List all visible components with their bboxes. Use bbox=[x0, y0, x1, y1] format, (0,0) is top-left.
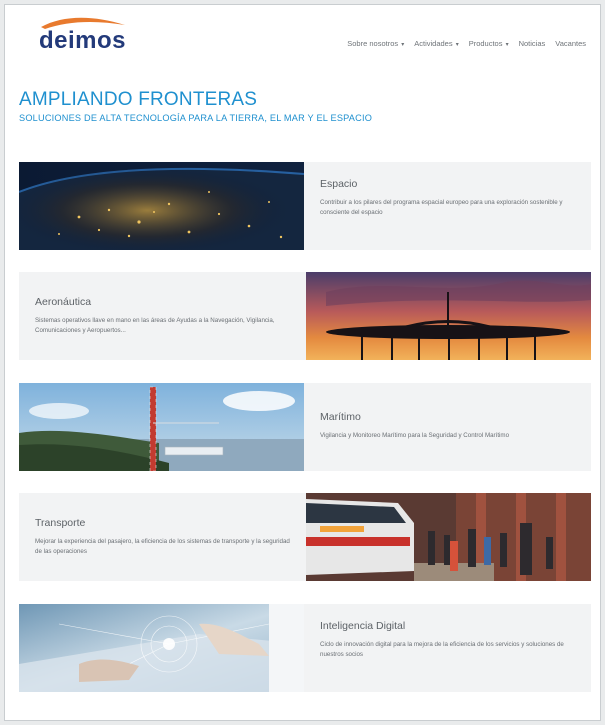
hero-subtitle: SOLUCIONES DE ALTA TECNOLOGÍA PARA LA TI… bbox=[19, 113, 373, 123]
hero-title: AMPLIANDO FRONTERAS bbox=[19, 89, 258, 110]
nav-item-noticias[interactable]: Noticias bbox=[519, 39, 546, 48]
nav-item-productos[interactable]: Productos ▾ bbox=[469, 39, 509, 48]
card-title: Espacio bbox=[320, 178, 358, 190]
chevron-down-icon: ▾ bbox=[505, 42, 509, 48]
card-text: Marítimo Vigilancia y Monitoreo Marítimo… bbox=[304, 383, 591, 471]
card-description: Vigilancia y Monitoreo Marítimo para la … bbox=[320, 432, 510, 439]
card-text: Espacio Contribuir a los pilares del pro… bbox=[304, 162, 591, 250]
card-title: Inteligencia Digital bbox=[320, 620, 406, 632]
card-transporte[interactable]: Transporte Mejorar la experiencia del pa… bbox=[19, 493, 591, 581]
nav-label: Productos bbox=[468, 39, 503, 48]
card-title: Transporte bbox=[35, 517, 86, 529]
deimos-logo[interactable]: deimos bbox=[33, 13, 133, 57]
train-platform-image bbox=[306, 493, 591, 581]
nav-item-vacantes[interactable]: Vacantes bbox=[555, 39, 586, 48]
digital-hands-image bbox=[19, 604, 304, 692]
nav-item-sobre-nosotros[interactable]: Sobre nosotros ▾ bbox=[347, 39, 404, 48]
card-aeronautica[interactable]: Aeronáutica Sistemas operativos llave en… bbox=[19, 272, 591, 360]
page-frame: deimos Sobre nosotros ▾ Actividades ▾ Pr… bbox=[4, 4, 601, 721]
main-nav: Sobre nosotros ▾ Actividades ▾ Productos… bbox=[347, 39, 586, 48]
card-description: Ciclo de innovación digital para la mejo… bbox=[320, 641, 564, 658]
coastal-tower-image bbox=[19, 383, 304, 471]
earth-night-image bbox=[19, 162, 304, 250]
card-text: Transporte Mejorar la experiencia del pa… bbox=[19, 493, 306, 581]
card-description: Sistemas operativos llave en mano en las… bbox=[35, 317, 275, 334]
nav-label: Vacantes bbox=[555, 39, 586, 48]
card-inteligencia-digital[interactable]: Inteligencia Digital Ciclo de innovación… bbox=[19, 604, 591, 692]
card-description: Mejorar la experiencia del pasajero, la … bbox=[35, 538, 290, 555]
card-title: Marítimo bbox=[320, 411, 361, 423]
card-text: Inteligencia Digital Ciclo de innovación… bbox=[304, 604, 591, 692]
chevron-down-icon: ▾ bbox=[401, 42, 405, 48]
card-title: Aeronáutica bbox=[35, 296, 92, 308]
nav-label: Noticias bbox=[518, 39, 546, 48]
card-description: Contribuir a los pilares del programa es… bbox=[320, 199, 563, 216]
chevron-down-icon: ▾ bbox=[455, 42, 459, 48]
radar-sunset-image bbox=[306, 272, 591, 360]
card-maritimo[interactable]: Marítimo Vigilancia y Monitoreo Marítimo… bbox=[19, 383, 591, 471]
nav-item-actividades[interactable]: Actividades ▾ bbox=[414, 39, 458, 48]
nav-label: Sobre nosotros bbox=[347, 39, 399, 48]
card-espacio[interactable]: Espacio Contribuir a los pilares del pro… bbox=[19, 162, 591, 250]
card-text: Aeronáutica Sistemas operativos llave en… bbox=[19, 272, 306, 360]
logo-text: deimos bbox=[39, 27, 127, 54]
nav-label: Actividades bbox=[414, 39, 453, 48]
